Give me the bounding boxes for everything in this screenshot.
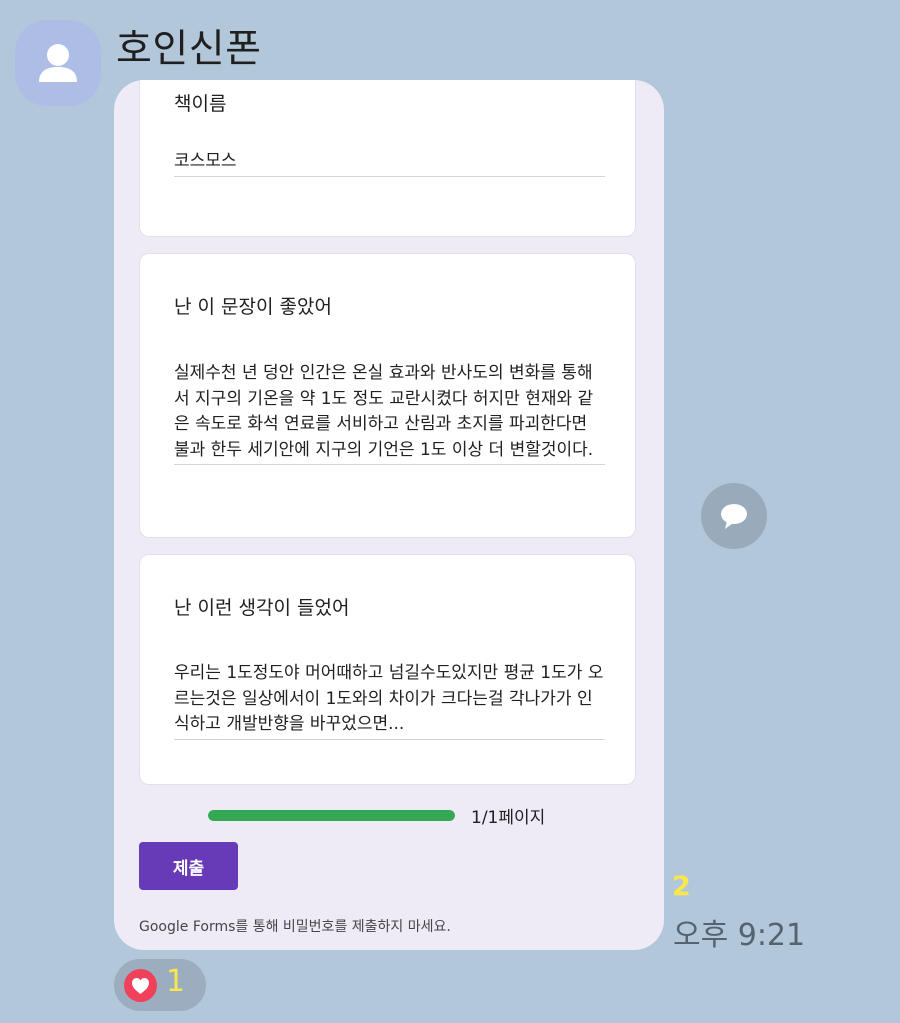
question-title: 난 이 문장이 좋았어 [174, 296, 332, 318]
question-card: 난 이 문장이 좋았어 실제수천 년 덩안 인간은 온실 효과와 반사도의 변화… [139, 253, 636, 538]
question-card: 책이름 코스모스 [139, 80, 636, 237]
heart-icon [124, 969, 157, 1002]
password-notice: Google Forms를 통해 비밀번호를 제출하지 마세요. [139, 919, 451, 935]
progress-label: 1/1페이지 [471, 808, 546, 828]
question-title: 책이름 [174, 93, 227, 115]
progress-fill [208, 810, 455, 821]
question-card: 난 이런 생각이 들었어 우리는 1도정도야 머어때하고 넘길수도있지만 평균 … [139, 554, 636, 785]
answer-text: 우리는 1도정도야 머어때하고 넘길수도있지만 평균 1도가 오르는것은 일상에… [174, 661, 605, 740]
answer-text: 실제수천 년 덩안 인간은 온실 효과와 반사도의 변화를 통해서 지구의 기온… [174, 361, 605, 465]
question-title: 난 이런 생각이 들었어 [174, 597, 350, 619]
reaction-badge[interactable]: 1 [114, 959, 206, 1011]
submit-button[interactable]: 제출 [139, 842, 238, 890]
message-bubble[interactable]: 책이름 코스모스 난 이 문장이 좋았어 실제수천 년 덩안 인간은 온실 효과… [114, 80, 664, 950]
reaction-count: 1 [166, 964, 186, 999]
progress-bar [208, 810, 455, 821]
sender-avatar[interactable] [15, 20, 101, 106]
speech-bubble-icon [721, 504, 747, 529]
share-button[interactable] [701, 483, 767, 549]
unread-count: 2 [672, 871, 691, 902]
answer-text: 코스모스 [174, 149, 605, 177]
sender-name: 호인신폰 [116, 27, 262, 72]
message-time: 오후 9:21 [673, 918, 806, 953]
person-icon [39, 44, 77, 82]
